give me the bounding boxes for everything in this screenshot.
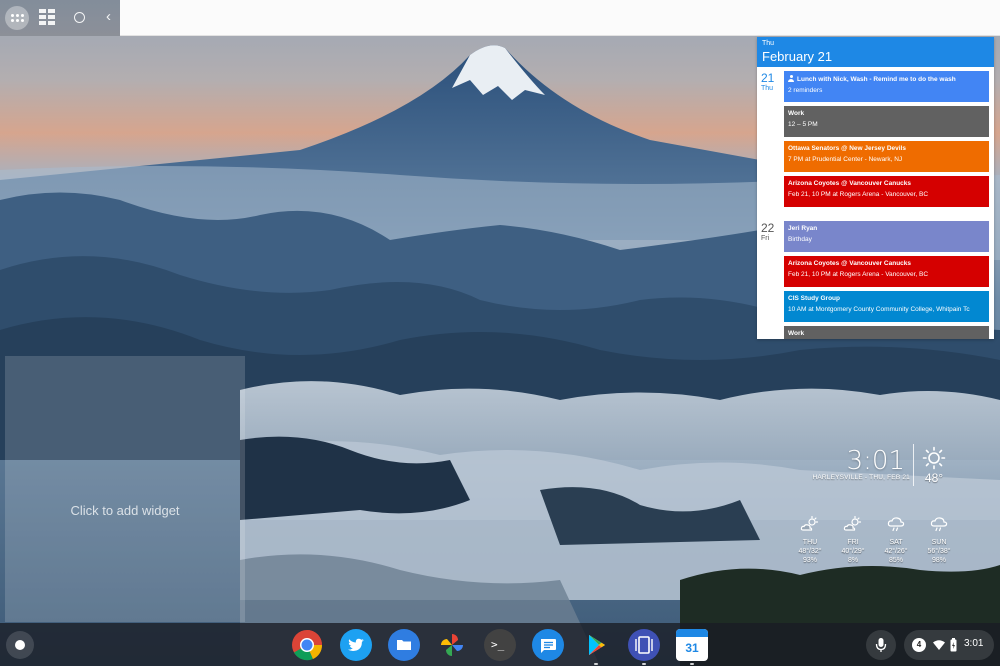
calendar-day: 22 Fri Jeri Ryan Birthday Arizona Coyote… — [757, 217, 994, 339]
partly-sunny-icon — [843, 515, 862, 531]
messages-app-icon[interactable] — [532, 629, 564, 661]
forecast-precip: 93% — [802, 557, 817, 564]
app-drawer-button[interactable] — [5, 6, 29, 30]
forecast-day-label: FRI — [847, 539, 859, 546]
event-title-row: Lunch with Nick, Wash - Remind me to do … — [788, 75, 985, 83]
forecast-day-label: SUN — [931, 539, 947, 546]
overview-app-icon[interactable] — [628, 629, 660, 665]
add-widget-area[interactable]: Click to add widget — [5, 356, 245, 622]
running-indicator — [642, 663, 646, 665]
widgets-grid-icon[interactable] — [39, 9, 55, 25]
battery-icon — [950, 638, 957, 652]
calendar-event[interactable]: Arizona Coyotes @ Vancouver Canucks Feb … — [784, 176, 989, 207]
day-of-week: Fri — [761, 235, 770, 242]
calendar-event[interactable]: Jeri Ryan Birthday — [784, 221, 989, 252]
forecast-day[interactable]: THU 48°/32° 93% — [793, 515, 827, 564]
event-title: Work — [788, 110, 805, 117]
back-chevron-icon[interactable]: ‹ — [106, 9, 111, 25]
forecast-precip: 85% — [888, 557, 903, 564]
clock-time[interactable]: 3:01 — [845, 446, 905, 476]
person-icon — [788, 75, 794, 82]
calendar-event[interactable]: Work — [784, 326, 989, 339]
forecast-day[interactable]: FRI 40°/29° 8% — [836, 515, 870, 564]
day-number: 22 — [761, 221, 775, 235]
event-title: Work — [788, 330, 805, 337]
rain-cloud-icon — [930, 517, 948, 532]
calendar-widget[interactable]: Thu February 21 21 Thu Lunch with Nick, … — [757, 37, 994, 339]
event-subtitle: 7 PM at Prudential Center - Newark, NJ — [788, 156, 903, 163]
terminal-app-icon[interactable]: >_ — [484, 629, 516, 661]
status-time: 3:01 — [964, 638, 984, 649]
top-bar-nav: ‹ — [0, 0, 120, 36]
clock-divider — [913, 444, 914, 486]
launcher-button[interactable] — [6, 631, 34, 659]
microphone-icon — [875, 638, 887, 652]
photos-app-icon[interactable] — [436, 629, 468, 661]
forecast-precip: 8% — [847, 557, 859, 564]
event-title: CIS Study Group — [788, 295, 840, 302]
forecast-temps: 48°/32° — [798, 548, 822, 555]
running-indicator — [690, 663, 694, 665]
forecast-temps: 42°/26° — [884, 548, 908, 555]
assistant-mic-button[interactable] — [866, 630, 896, 660]
calendar-app-icon[interactable]: 31 — [676, 629, 708, 665]
current-temperature: 48° — [924, 471, 944, 485]
files-app-icon[interactable] — [388, 629, 420, 661]
forecast-day-label: SAT — [889, 539, 903, 546]
rain-cloud-icon — [887, 517, 905, 532]
calendar-header-dow: Thu — [762, 40, 775, 47]
chrome-app-icon[interactable] — [291, 629, 323, 661]
event-subtitle: Birthday — [788, 236, 812, 243]
forecast-temps: 40°/29° — [841, 548, 865, 555]
add-widget-label: Click to add widget — [70, 503, 180, 518]
event-title: Ottawa Senators @ New Jersey Devils — [788, 145, 906, 152]
calendar-event[interactable]: Lunch with Nick, Wash - Remind me to do … — [784, 71, 989, 102]
forecast-temps: 56°/38° — [927, 548, 951, 555]
calendar-event[interactable]: Arizona Coyotes @ Vancouver Canucks Feb … — [784, 256, 989, 287]
day-number: 21 — [761, 71, 775, 85]
home-circle-icon[interactable] — [74, 12, 85, 23]
event-title: Arizona Coyotes @ Vancouver Canucks — [788, 180, 912, 187]
calendar-day: 21 Thu Lunch with Nick, Wash - Remind me… — [757, 67, 994, 207]
calendar-event[interactable]: Work 12 – 5 PM — [784, 106, 989, 137]
event-subtitle: 10 AM at Montgomery County Community Col… — [788, 306, 970, 313]
event-title: Lunch with Nick, Wash - Remind me to do … — [797, 76, 956, 83]
notification-count-badge[interactable]: 4 — [912, 638, 926, 652]
twitter-app-icon[interactable] — [340, 629, 372, 661]
running-indicator — [594, 663, 598, 665]
forecast-day-label: THU — [802, 539, 818, 546]
calendar-day-label: 22 Fri — [761, 221, 781, 242]
event-subtitle: 12 – 5 PM — [788, 121, 818, 128]
forecast-day[interactable]: SUN 56°/38° 98% — [922, 516, 956, 564]
calendar-event[interactable]: Ottawa Senators @ New Jersey Devils 7 PM… — [784, 141, 989, 172]
status-tray[interactable]: 4 3:01 — [904, 630, 994, 660]
event-subtitle: 2 reminders — [788, 87, 823, 94]
event-subtitle: Feb 21, 10 PM at Rogers Arena - Vancouve… — [788, 271, 929, 278]
forecast-day[interactable]: SAT 42°/26° 85% — [879, 516, 913, 564]
partly-sunny-icon — [800, 515, 819, 531]
calendar-icon-day: 31 — [685, 641, 699, 655]
terminal-prompt: >_ — [491, 638, 505, 651]
calendar-event[interactable]: CIS Study Group 10 AM at Montgomery Coun… — [784, 291, 989, 322]
event-title: Jeri Ryan — [788, 225, 818, 232]
clock-location-date: HARLEYSVILLE - THU, FEB 21 — [812, 474, 910, 481]
calendar-header-date: February 21 — [762, 49, 833, 64]
calendar-day-label: 21 Thu — [761, 71, 781, 92]
top-search-bar[interactable] — [120, 0, 1000, 36]
calendar-header[interactable]: Thu February 21 — [757, 37, 994, 67]
day-of-week: Thu — [761, 85, 774, 92]
top-bar: ‹ — [0, 0, 1000, 36]
event-title: Arizona Coyotes @ Vancouver Canucks — [788, 260, 912, 267]
wifi-icon — [933, 640, 945, 650]
forecast-precip: 98% — [931, 557, 946, 564]
shelf: >_ 31 4 3:01 — [0, 623, 1000, 666]
event-subtitle: Feb 21, 10 PM at Rogers Arena - Vancouve… — [788, 191, 929, 198]
play-store-app-icon[interactable] — [580, 629, 612, 665]
